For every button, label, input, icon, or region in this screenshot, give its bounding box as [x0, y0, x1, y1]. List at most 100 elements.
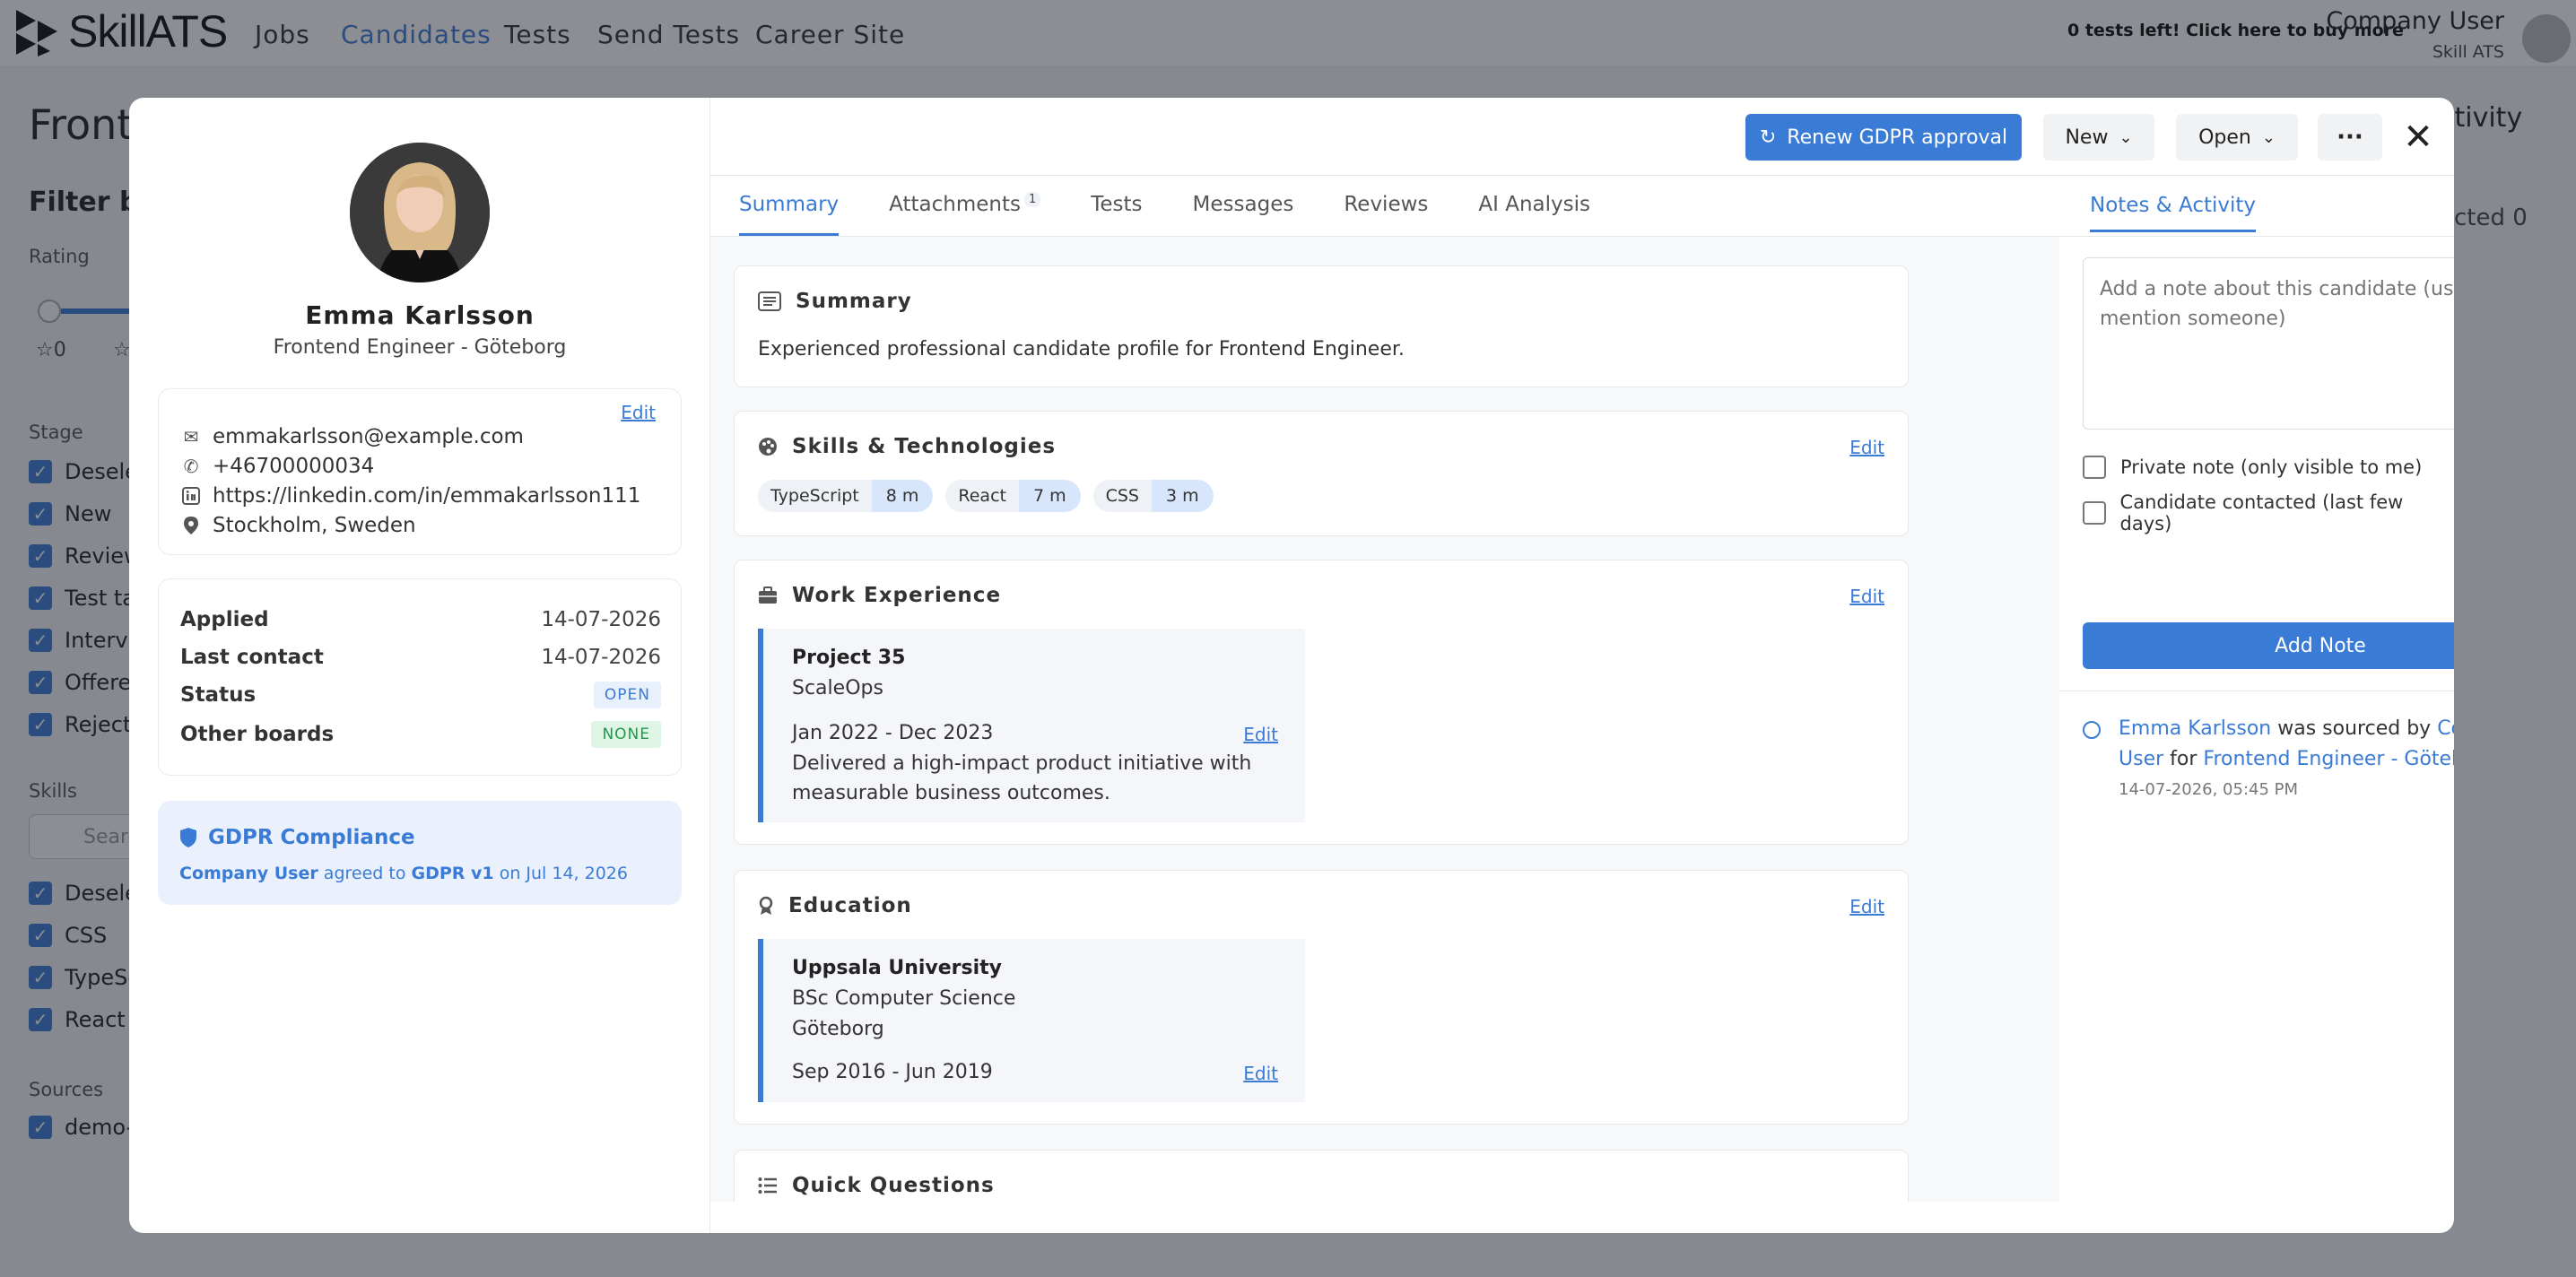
- last-contact-row: Last contact 14-07-2026: [180, 646, 661, 669]
- skill-chip: React 7 m: [945, 480, 1081, 512]
- award-icon: [759, 896, 773, 915]
- linkedin-link[interactable]: https://linkedin.com/in/emmakarlsson111: [213, 484, 640, 508]
- renew-gdpr-button[interactable]: ↻ Renew GDPR approval: [1745, 114, 2022, 161]
- renew-gdpr-label: Renew GDPR approval: [1787, 126, 2008, 149]
- gdpr-title-text: GDPR Compliance: [208, 826, 415, 849]
- last-contact-label: Last contact: [180, 646, 324, 669]
- candidate-job: Frontend Engineer - Göteborg: [273, 336, 567, 359]
- tab-label: AI Analysis: [1478, 193, 1590, 216]
- work-edit-link[interactable]: Edit: [1849, 586, 1884, 607]
- work-title-text: Work Experience: [792, 584, 1002, 607]
- skill-duration: 3 m: [1152, 480, 1214, 512]
- map-pin-icon: [180, 515, 202, 536]
- status-label: Status: [180, 683, 257, 707]
- skill-name: React: [945, 480, 1019, 512]
- status-dropdown-button[interactable]: Open ⌄: [2176, 114, 2298, 161]
- phone-icon: ✆: [183, 456, 199, 477]
- close-modal-button[interactable]: ✕: [2397, 116, 2440, 159]
- contact-edit-link[interactable]: Edit: [621, 402, 656, 423]
- skill-duration: 7 m: [1018, 480, 1081, 512]
- palette-icon: [759, 438, 777, 456]
- education-item-edit-link[interactable]: Edit: [1243, 1063, 1278, 1084]
- linkedin-icon: [180, 485, 202, 507]
- skill-chip: TypeScript 8 m: [758, 480, 934, 512]
- add-note-button[interactable]: Add Note: [2083, 622, 2454, 669]
- tab-summary[interactable]: Summary: [739, 193, 840, 236]
- briefcase-icon: [759, 586, 777, 604]
- skill-name: CSS: [1092, 480, 1152, 512]
- stage-dropdown-button[interactable]: New ⌄: [2043, 114, 2154, 161]
- tab-messages[interactable]: Messages: [1193, 193, 1294, 236]
- tab-tests[interactable]: Tests: [1091, 193, 1142, 236]
- location-row: Stockholm, Sweden: [180, 514, 416, 537]
- other-boards-row: Other boards NONE: [180, 721, 661, 748]
- gdpr-date: on Jul 14, 2026: [499, 864, 628, 883]
- candidate-photo-image: [350, 143, 490, 282]
- education-edit-link[interactable]: Edit: [1849, 896, 1884, 917]
- tab-label: Summary: [739, 193, 840, 216]
- attachments-count-badge: 1: [1023, 192, 1041, 208]
- stage-dropdown-label: New: [2065, 126, 2109, 149]
- list-icon: [758, 1177, 777, 1194]
- tab-label: Tests: [1091, 193, 1143, 216]
- phone-text[interactable]: +46700000034: [213, 455, 374, 478]
- skills-edit-link[interactable]: Edit: [1849, 437, 1884, 458]
- activity-job-link[interactable]: Frontend Engineer - Göteborg: [2203, 748, 2454, 770]
- activity-item: Emma Karlsson was sourced by Company Use…: [2119, 714, 2454, 805]
- refresh-icon: ↻: [1759, 126, 1777, 149]
- chevron-down-icon: ⌄: [2261, 127, 2276, 147]
- activity-candidate-link[interactable]: Emma Karlsson: [2119, 717, 2271, 740]
- skills-title: Skills & Technologies: [758, 435, 1056, 458]
- tab-notes-activity[interactable]: Notes & Activity: [2090, 194, 2256, 232]
- education-city: Göteborg: [792, 1018, 884, 1040]
- private-note-checkbox[interactable]: Private note (only visible to me): [2083, 456, 2422, 479]
- applied-value: 14-07-2026: [541, 608, 661, 631]
- private-note-label: Private note (only visible to me): [2120, 456, 2423, 478]
- tab-reviews[interactable]: Reviews: [1344, 193, 1428, 236]
- work-project: Project 35: [792, 647, 906, 669]
- applied-row: Applied 14-07-2026: [180, 608, 661, 631]
- status-badge: OPEN: [593, 682, 661, 708]
- gdpr-version: GDPR v1: [411, 864, 494, 883]
- work-description-line: Delivered a high-impact product initiati…: [792, 752, 1252, 775]
- skills-title-text: Skills & Technologies: [792, 435, 1057, 458]
- education-section: Education Edit Uppsala University BSc Co…: [734, 870, 1909, 1125]
- more-options-button[interactable]: ···: [2318, 114, 2382, 161]
- note-input[interactable]: [2083, 257, 2454, 430]
- email-text[interactable]: emmakarlsson@example.com: [213, 425, 524, 448]
- activity-for: for: [2170, 748, 2197, 770]
- summary-title-text: Summary: [796, 290, 912, 313]
- contact-card: Edit ✉ emmakarlsson@example.com ✆ +46700…: [158, 388, 682, 555]
- notes-activity-panel: Notes & Activity Private note (only visi…: [2059, 176, 2454, 1202]
- other-boards-label: Other boards: [180, 723, 335, 746]
- tab-ai-analysis[interactable]: AI Analysis: [1478, 193, 1590, 236]
- summary-content[interactable]: Summary Experienced professional candida…: [710, 237, 2059, 1202]
- work-item-edit-link[interactable]: Edit: [1243, 724, 1278, 745]
- work-company: ScaleOps: [792, 677, 883, 699]
- application-info-card: Applied 14-07-2026 Last contact 14-07-20…: [158, 578, 682, 776]
- tab-label: Attachments: [889, 193, 1021, 216]
- quick-questions-title: Quick Questions: [758, 1174, 995, 1197]
- other-boards-badge: NONE: [591, 721, 661, 748]
- checkbox-box: [2083, 501, 2106, 525]
- candidate-contacted-checkbox[interactable]: Candidate contacted (last few days): [2083, 491, 2454, 534]
- close-icon: ✕: [2403, 117, 2433, 158]
- activity-dot-icon: [2083, 721, 2101, 739]
- candidate-tabs: Summary Attachments 1 Tests Messages Revi…: [739, 192, 1590, 236]
- activity-timestamp: 14-07-2026, 05:45 PM: [2119, 780, 2299, 799]
- tab-label: Reviews: [1344, 193, 1429, 216]
- last-contact-value: 14-07-2026: [541, 646, 661, 669]
- tab-attachments[interactable]: Attachments 1: [889, 192, 1041, 236]
- shield-icon: [180, 828, 196, 847]
- gdpr-user: Company User: [179, 864, 318, 883]
- work-description-line: measurable business outcomes.: [792, 782, 1110, 804]
- checkbox-box: [2083, 456, 2106, 479]
- candidate-modal: Emma Karlsson Frontend Engineer - Götebo…: [129, 98, 2454, 1233]
- education-title: Education: [758, 894, 912, 917]
- quick-questions-title-text: Quick Questions: [792, 1174, 995, 1197]
- skill-chip: CSS 3 m: [1092, 480, 1214, 512]
- phone-row: ✆ +46700000034: [180, 455, 375, 478]
- work-experience-section: Work Experience Edit Project 35 ScaleOps…: [734, 560, 1909, 845]
- email-row: ✉ emmakarlsson@example.com: [180, 425, 524, 448]
- education-school: Uppsala University: [792, 957, 1003, 979]
